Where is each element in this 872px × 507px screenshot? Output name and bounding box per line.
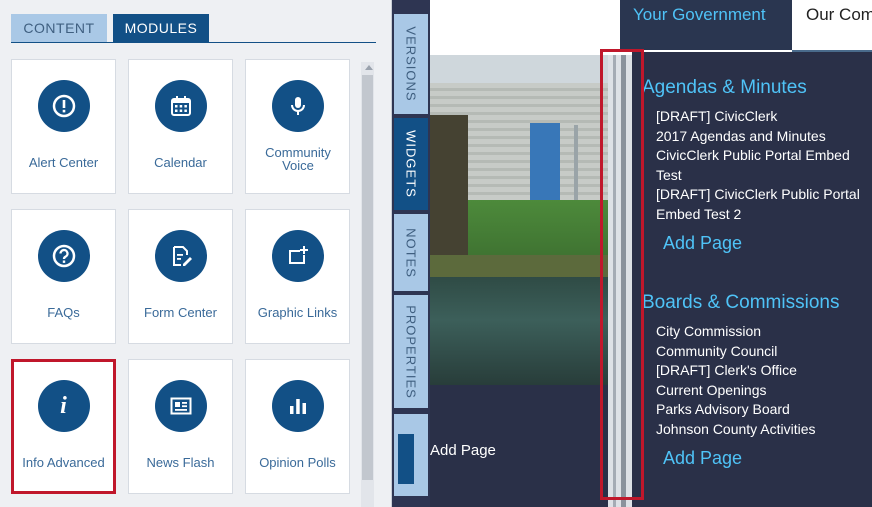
agendas-link[interactable]: [DRAFT] CivicClerk <box>656 107 872 127</box>
module-label: Form Center <box>144 305 217 320</box>
highlight-resize-handle <box>600 49 644 500</box>
left-widget-area: Add Page <box>430 385 608 507</box>
boards-link[interactable]: Community Council <box>656 342 872 362</box>
boards-link[interactable]: City Commission <box>656 322 872 342</box>
calendar-icon <box>154 80 207 132</box>
right-column: Agendas & Minutes [DRAFT] CivicClerk 201… <box>632 52 872 507</box>
tab-versions[interactable]: VERSIONS <box>394 14 428 114</box>
module-label: Community Voice <box>265 145 331 173</box>
alert-icon <box>37 80 90 132</box>
tab-properties-label: PROPERTIES <box>403 304 419 399</box>
agendas-heading: Agendas & Minutes <box>642 77 807 98</box>
module-label: Alert Center <box>28 155 99 170</box>
panel-tabs: CONTENT MODULES <box>11 14 209 42</box>
tab-content[interactable]: CONTENT <box>11 14 107 42</box>
agendas-add-page[interactable]: Add Page <box>663 233 742 254</box>
module-tile-news-flash[interactable]: News Flash <box>128 359 233 494</box>
boards-link[interactable]: [DRAFT] Clerk's Office <box>656 361 872 381</box>
module-label: News Flash <box>146 455 215 470</box>
module-label: Info Advanced <box>22 455 105 470</box>
tab-notes[interactable]: NOTES <box>394 214 428 291</box>
module-tile-form-center[interactable]: Form Center <box>128 209 233 344</box>
collapsed-tab-icon <box>398 434 414 484</box>
nav-our-community[interactable]: Our Community <box>792 0 872 50</box>
module-label: Opinion Polls <box>259 455 336 470</box>
agendas-link[interactable]: 2017 Agendas and Minutes <box>656 127 872 147</box>
microphone-icon <box>271 80 324 132</box>
agendas-link[interactable]: CivicClerk Public Portal Embed Test <box>656 146 866 185</box>
tab-widgets-label: WIDGETS <box>403 130 419 198</box>
module-tile-faqs[interactable]: FAQs <box>11 209 116 344</box>
tab-modules[interactable]: MODULES <box>113 14 209 42</box>
tab-versions-label: VERSIONS <box>403 26 419 102</box>
module-tile-calendar[interactable]: Calendar <box>128 59 233 194</box>
module-label: Calendar <box>154 155 207 170</box>
boards-heading: Boards & Commissions <box>642 292 840 313</box>
module-tile-graphic-links[interactable]: Graphic Links <box>245 209 350 344</box>
nav-blank <box>430 0 620 52</box>
module-tile-opinion-polls[interactable]: Opinion Polls <box>245 359 350 494</box>
boards-link[interactable]: Johnson County Activities <box>656 420 872 440</box>
graphic-link-icon <box>271 230 324 282</box>
agendas-link[interactable]: [DRAFT] CivicClerk Public Portal Embed T… <box>656 185 872 224</box>
module-label: FAQs <box>47 305 80 320</box>
left-add-page-link[interactable]: Add Page <box>430 442 496 459</box>
tab-properties[interactable]: PROPERTIES <box>394 295 428 408</box>
tab-widgets[interactable]: WIDGETS <box>394 118 428 210</box>
page-preview: Your Government Our Community Add Page A… <box>430 0 872 507</box>
boards-link[interactable]: Parks Advisory Board <box>656 400 872 420</box>
module-tile-info-advanced[interactable]: i Info Advanced <box>11 359 116 494</box>
form-edit-icon <box>154 230 207 282</box>
modules-panel: CONTENT MODULES Alert Center Calendar Co… <box>0 0 392 507</box>
hero-image <box>430 55 608 385</box>
scrollbar-thumb[interactable] <box>362 75 373 480</box>
module-tile-alert-center[interactable]: Alert Center <box>11 59 116 194</box>
tab-notes-label: NOTES <box>403 227 419 278</box>
newspaper-icon <box>154 380 207 432</box>
tab-collapsed[interactable] <box>394 414 428 496</box>
nav-your-government[interactable]: Your Government <box>620 0 792 50</box>
boards-link[interactable]: Current Openings <box>656 381 872 401</box>
info-icon: i <box>37 380 90 432</box>
bar-chart-icon <box>271 380 324 432</box>
boards-add-page[interactable]: Add Page <box>663 448 742 469</box>
module-tile-community-voice[interactable]: Community Voice <box>245 59 350 194</box>
module-label: Graphic Links <box>257 305 338 320</box>
scroll-up-arrow-icon[interactable] <box>365 65 373 70</box>
side-tab-strip: VERSIONS WIDGETS NOTES PROPERTIES <box>392 0 430 507</box>
tab-divider <box>11 42 376 43</box>
question-icon <box>37 230 90 282</box>
